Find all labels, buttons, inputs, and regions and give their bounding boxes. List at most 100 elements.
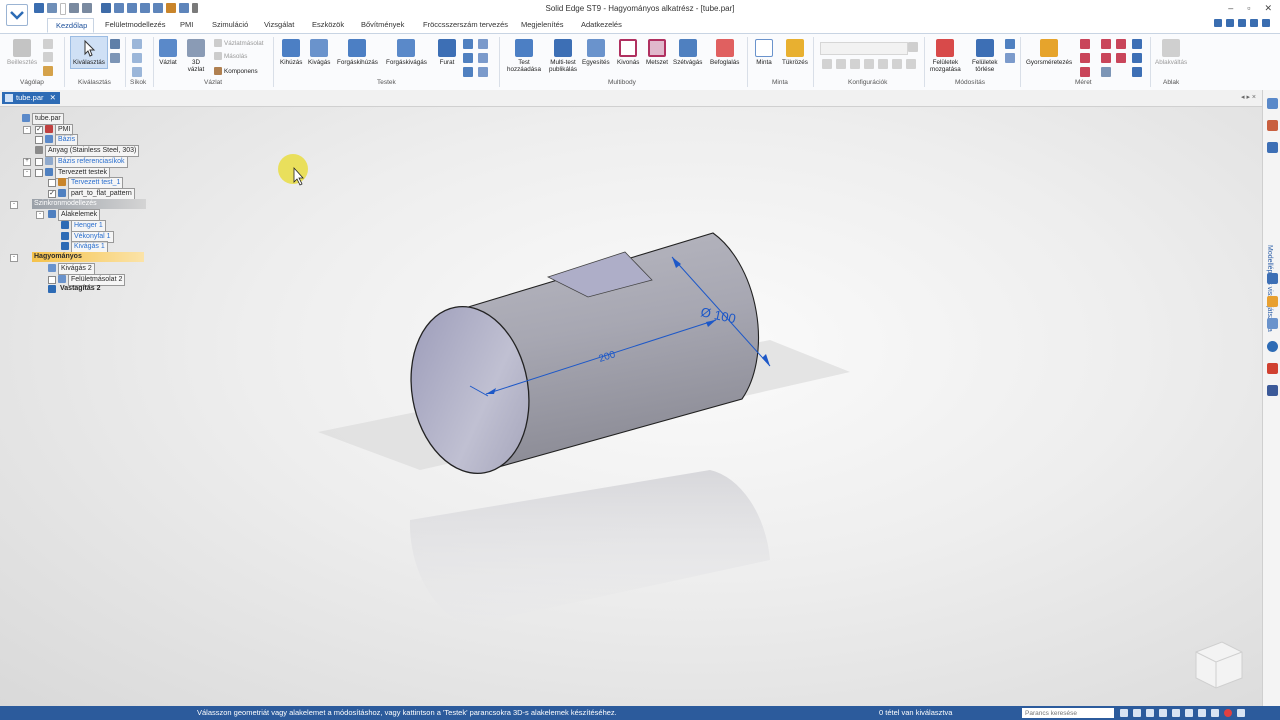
options-icon[interactable] (1238, 19, 1246, 27)
chamfer-icon[interactable] (478, 53, 488, 63)
cut-button[interactable]: Kivágás (308, 39, 330, 66)
revolve-button[interactable]: Forgáskihúzás (337, 39, 378, 66)
document-tab[interactable]: tube.par ✕ (2, 92, 60, 104)
tree-item[interactable]: Vékonyfal 1 (0, 230, 160, 243)
sketch-copy-item[interactable]: Vázlatmásolat (214, 39, 264, 47)
tab-simulation[interactable]: Szimuláció (212, 20, 248, 29)
view-cube-icon[interactable] (1195, 641, 1243, 689)
tree-item[interactable]: Kivágás 1 (0, 241, 160, 254)
tab-data-management[interactable]: Adatkezelés (581, 20, 622, 29)
facebook-icon[interactable] (1267, 385, 1278, 396)
maximize-icon[interactable]: ▫ (1247, 3, 1250, 14)
tree-item[interactable]: Bázis (0, 134, 160, 147)
switch-window-button[interactable]: Ablakváltás (1155, 39, 1187, 66)
cut-icon[interactable] (43, 39, 53, 49)
tree-item[interactable]: ✓ part_to_flat_pattern (0, 187, 160, 200)
coordinate-dim-icon[interactable] (1116, 39, 1126, 49)
distance-between-icon[interactable] (1080, 39, 1090, 49)
tree-expand-toggle[interactable]: - (36, 211, 44, 220)
pathfinder-panel-icon[interactable] (1267, 98, 1278, 109)
design-intent-icon[interactable] (1101, 67, 1111, 77)
minimize-icon[interactable]: – (1228, 3, 1233, 14)
tree-expand-toggle[interactable]: - (23, 168, 31, 177)
view-style-icon[interactable] (1211, 709, 1219, 717)
copy-item[interactable]: Másolás (214, 52, 247, 60)
publish-multibody-button[interactable]: Multi-test publikálás (549, 39, 577, 73)
tree-expand-toggle[interactable]: + (23, 157, 31, 166)
select-filter-icon[interactable] (110, 39, 120, 49)
graphics-viewport[interactable]: 200 Ø 100 (0, 107, 1262, 706)
extrude-button[interactable]: Kihúzás (280, 39, 302, 66)
tree-item[interactable]: - Alakelemek (0, 209, 160, 222)
pattern-button[interactable]: Minta (755, 39, 773, 66)
family-of-parts-icon[interactable] (1267, 296, 1278, 307)
config-icon-1[interactable] (822, 59, 832, 69)
angle-between-icon[interactable] (1101, 39, 1111, 49)
tree-item[interactable]: - Szinkronmodellezés (0, 198, 160, 209)
layers-panel-icon[interactable] (1267, 120, 1278, 131)
zoom-icon[interactable] (1133, 709, 1141, 717)
youtube-icon[interactable] (1267, 363, 1278, 374)
tab-home[interactable]: Kezdőlap (47, 18, 94, 33)
paste-button[interactable]: Beillesztés (7, 39, 37, 66)
coordinate-system-icon[interactable] (132, 67, 142, 77)
parallel-icon[interactable] (1116, 53, 1126, 63)
tab-tools[interactable]: Eszközök (312, 20, 344, 29)
tree-item[interactable]: Tervezett test_1 (0, 177, 160, 190)
tab-view[interactable]: Megjelenítés (521, 20, 564, 29)
help-panel-icon[interactable] (1267, 341, 1278, 352)
config-icon-4[interactable] (864, 59, 874, 69)
configuration-select[interactable] (820, 42, 908, 55)
tree-item[interactable]: Vastagítás 2 (0, 284, 160, 294)
tree-visibility-checkbox[interactable] (48, 179, 56, 188)
tree-item[interactable]: Anyag (Stainless Steel, 303) (0, 145, 160, 158)
relate-icon[interactable] (1101, 53, 1111, 63)
tree-expand-toggle[interactable]: - (10, 200, 18, 209)
enclosure-button[interactable]: Befoglalás (710, 39, 739, 66)
plane-options-icon[interactable] (132, 53, 142, 63)
sensors-panel-icon[interactable] (1267, 273, 1278, 284)
components-item[interactable]: Komponens (214, 67, 258, 75)
annotation-a-icon[interactable] (1132, 39, 1142, 49)
config-icon-6[interactable] (892, 59, 902, 69)
add-body-button[interactable]: Test hozzáadása (507, 39, 541, 73)
tree-item[interactable]: - Tervezett testek (0, 166, 160, 179)
revolve-cut-button[interactable]: Forgáskivágás (386, 39, 427, 66)
close-icon[interactable]: ✕ (1264, 3, 1272, 14)
pan-icon[interactable] (1159, 709, 1167, 717)
delete-faces-button[interactable]: Felületek törlése (972, 39, 998, 73)
tree-visibility-checkbox[interactable] (35, 168, 43, 177)
tab-mold-tooling[interactable]: Fröccsszerszám tervezés (423, 20, 508, 29)
tree-visibility-checkbox[interactable] (48, 275, 56, 284)
tab-add-ins[interactable]: Bővítmények (361, 20, 404, 29)
tree-item[interactable]: tube.par (0, 113, 160, 125)
sketch-3d-button[interactable]: 3D vázlat (187, 39, 205, 73)
record-icon[interactable] (1224, 709, 1232, 717)
smart-dimension-button[interactable]: Gyorsméretezés (1026, 39, 1072, 66)
thread-icon[interactable] (478, 67, 488, 77)
modify-icon-1[interactable] (1005, 39, 1015, 49)
config-icon-5[interactable] (878, 59, 888, 69)
copy-icon[interactable] (43, 52, 53, 62)
tab-inspect[interactable]: Vizsgálat (264, 20, 294, 29)
annotation-b-icon[interactable] (1132, 53, 1142, 63)
format-painter-icon[interactable] (43, 66, 53, 76)
select-window-icon[interactable] (110, 53, 120, 63)
union-button[interactable]: Egyesítés (582, 39, 610, 66)
learning-icon[interactable] (1226, 19, 1234, 27)
feature-playback-icon[interactable] (1267, 142, 1278, 153)
draft-icon[interactable] (463, 53, 473, 63)
view-orientation-icon[interactable] (1185, 709, 1193, 717)
render-style-icon[interactable] (1198, 709, 1206, 717)
tree-visibility-checkbox[interactable]: ✓ (35, 125, 43, 134)
thin-wall-icon[interactable] (478, 39, 488, 49)
mirror-button[interactable]: Tükrözés (782, 39, 808, 66)
select-button[interactable]: Kiválasztás (70, 36, 108, 69)
window-menu-icon[interactable] (1250, 19, 1258, 27)
symmetric-dim-icon[interactable] (1080, 53, 1090, 63)
tree-item[interactable]: Henger 1 (0, 220, 160, 232)
intersect-button[interactable]: Metszet (646, 39, 668, 66)
document-close-icon[interactable]: ✕ (50, 93, 56, 102)
help-icon[interactable] (1214, 19, 1222, 27)
tree-visibility-checkbox[interactable] (35, 136, 43, 145)
